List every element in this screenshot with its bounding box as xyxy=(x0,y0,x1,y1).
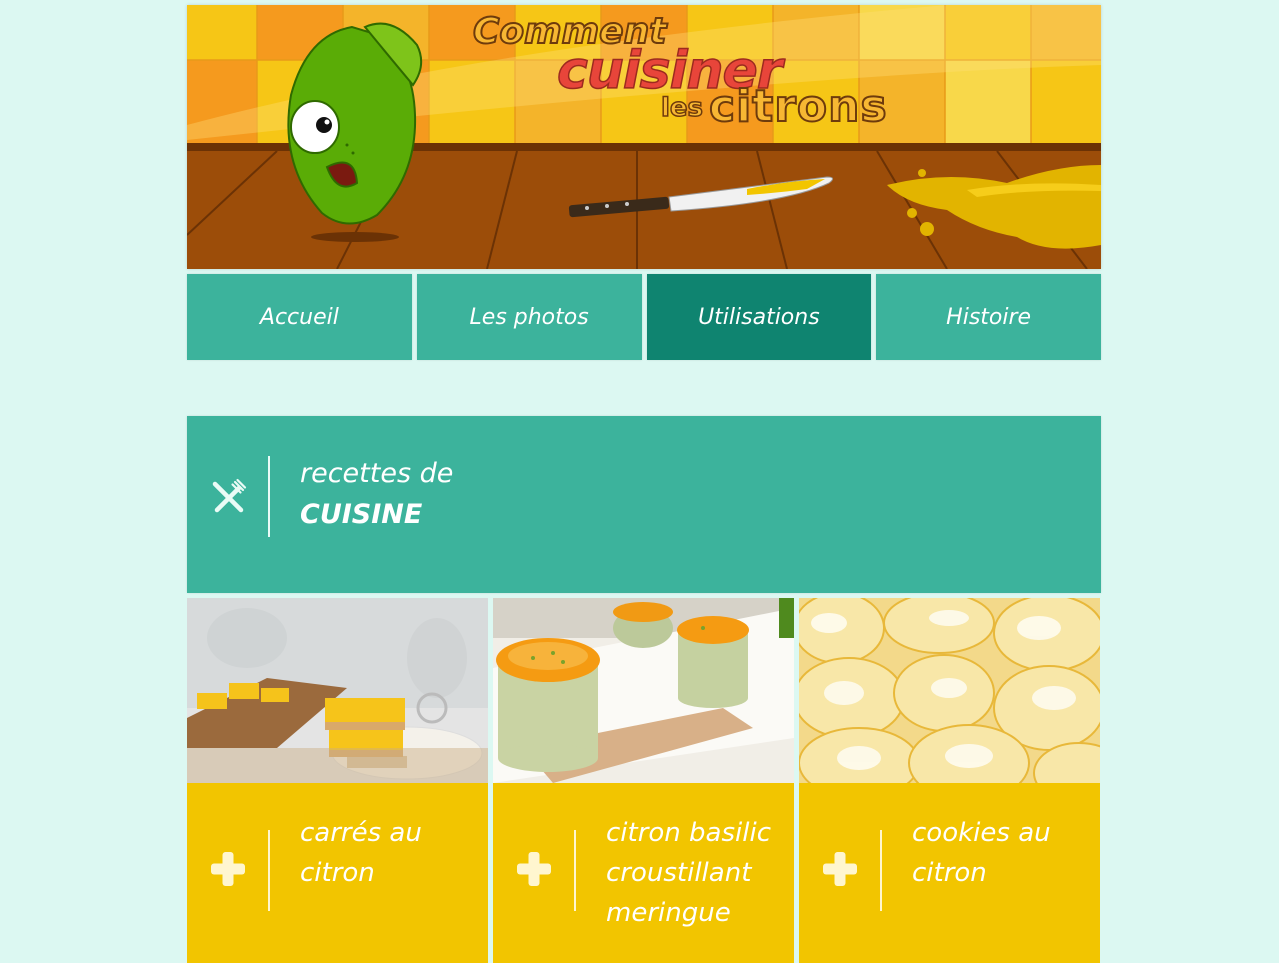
recipe-card-carres[interactable]: carrés au citron xyxy=(187,598,488,963)
nav-item-utilisations[interactable]: Utilisations xyxy=(646,274,872,360)
recipe-title[interactable]: cookies au citron xyxy=(912,813,1098,893)
nav-item-histoire[interactable]: Histoire xyxy=(876,274,1101,360)
main-nav: Accueil Les photos Utilisations Histoire xyxy=(187,274,1101,360)
recipe-cards: carrés au citron citron basilic croustil… xyxy=(187,598,1101,963)
page-container: Comment cuisiner les citrons Accueil Les… xyxy=(187,5,1101,963)
nav-item-les-photos[interactable]: Les photos xyxy=(416,274,642,360)
recipe-card-body: citron basilic croustillant meringue xyxy=(493,783,794,963)
header-banner[interactable]: Comment cuisiner les citrons xyxy=(187,5,1101,269)
recipe-title[interactable]: citron basilic croustillant meringue xyxy=(606,813,792,933)
recipe-card-basilic[interactable]: citron basilic croustillant meringue xyxy=(493,598,794,963)
card-divider xyxy=(574,830,576,911)
section-subtitle: recettes de xyxy=(300,458,454,489)
section-divider xyxy=(268,456,270,537)
recipe-card-body: cookies au citron xyxy=(799,783,1100,963)
recipe-card-body: carrés au citron xyxy=(187,783,488,963)
recipe-title[interactable]: carrés au citron xyxy=(300,813,486,893)
plus-icon[interactable] xyxy=(210,851,246,887)
logo-line-3-big: citrons xyxy=(708,80,888,133)
card-divider xyxy=(880,830,882,911)
nav-item-accueil[interactable]: Accueil xyxy=(187,274,412,360)
plus-icon[interactable] xyxy=(516,851,552,887)
fork-knife-icon xyxy=(212,478,247,513)
logo-line-3-small: les xyxy=(660,92,704,124)
recipe-card-cookies[interactable]: cookies au citron xyxy=(799,598,1100,963)
section-header-cuisine: recettes de CUISINE xyxy=(187,416,1101,593)
plus-icon[interactable] xyxy=(822,851,858,887)
recipe-image-basilic[interactable] xyxy=(493,598,794,783)
recipe-image-cookies[interactable] xyxy=(799,598,1100,783)
section-title: CUISINE xyxy=(300,499,423,530)
recipe-image-carres[interactable] xyxy=(187,598,488,783)
card-divider xyxy=(268,830,270,911)
